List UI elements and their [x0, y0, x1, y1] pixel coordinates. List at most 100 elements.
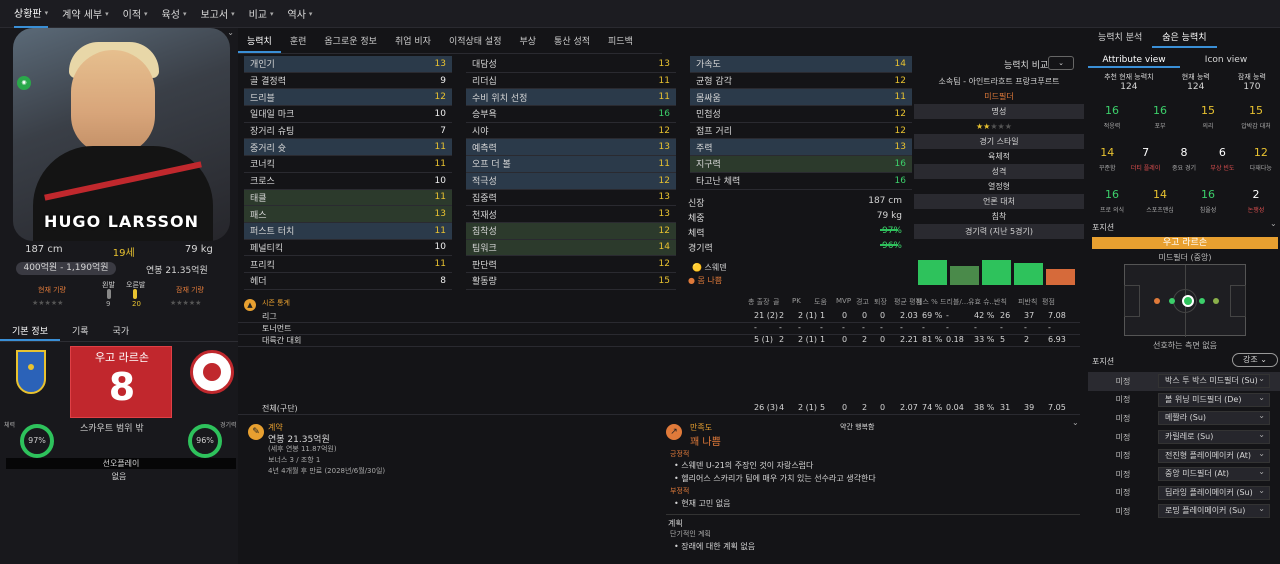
style-header: 경기 스타일	[914, 134, 1084, 149]
nav-5[interactable]: 비교 ▾	[249, 0, 274, 28]
attribute-row: 태클 11	[244, 189, 452, 207]
nav-1[interactable]: 계약 세부 ▾	[62, 0, 109, 28]
stats-title[interactable]: 시즌 통계	[262, 298, 290, 308]
hidden-attr-value: 15	[1201, 104, 1215, 117]
physical-info: 신장 187 cm 체중 79 kg 체력 97% 경기력 96%	[688, 196, 908, 256]
sharpness-bar	[880, 244, 898, 246]
role-dropdown[interactable]: 중앙 미드필더 (At)	[1158, 466, 1270, 482]
role-row[interactable]: 미정 박스 투 박스 미드필더 (Su)	[1088, 372, 1280, 391]
nation-crest-icon[interactable]	[16, 350, 46, 394]
nav-0[interactable]: 상황판 ▾	[14, 0, 49, 28]
attribute-value: 16	[658, 108, 670, 119]
attribute-name: 중거리 슛	[250, 143, 286, 154]
stats-col-header: PK	[792, 297, 801, 305]
strength-dropdown[interactable]: 강조 ⌄	[1232, 353, 1278, 367]
chevron-down-icon[interactable]: ⌄	[1270, 219, 1277, 228]
attribute-row: 패스 13	[244, 206, 452, 223]
attribute-value: 13	[894, 142, 906, 153]
role-row[interactable]: 미정 중앙 미드필더 (At)	[1088, 465, 1280, 484]
tab-records[interactable]: 기록	[60, 324, 101, 341]
roles-list: 미정박스 투 박스 미드필더 (Su)미정볼 위닝 미드필더 (De)미정메짤라…	[1088, 372, 1280, 521]
role-row[interactable]: 미정 딥라잉 플레이메이커 (Su)	[1088, 484, 1280, 503]
stats-cell: 21 (2)	[754, 311, 779, 320]
tab-hidden-attributes[interactable]: 숨은 능력치	[1152, 28, 1217, 48]
role-row[interactable]: 미정 카릴레로 (Su)	[1088, 428, 1280, 447]
attribute-view-button[interactable]: Attribute view	[1088, 52, 1180, 68]
role-row[interactable]: 미정 전진형 플레이메이커 (At)	[1088, 446, 1280, 465]
tab-1[interactable]: 훈련	[281, 32, 316, 53]
tab-4[interactable]: 이적상태 설정	[440, 32, 511, 53]
attribute-row: 헤더 8	[244, 273, 452, 290]
nav-2[interactable]: 이적 ▾	[123, 0, 148, 28]
nav-3[interactable]: 육성 ▾	[162, 0, 187, 28]
attribute-row: 오프 더 볼 11	[466, 156, 676, 173]
plan-sub: 단기적인 계획	[670, 530, 711, 538]
tab-2[interactable]: 옵그로운 정보	[315, 32, 386, 53]
stats-col-header: 도움	[814, 298, 827, 306]
attribute-row: 리더십 11	[466, 73, 676, 90]
right-tabs: 능력치 분석 숨은 능력치	[1088, 28, 1280, 48]
icon-view-button[interactable]: Icon view	[1180, 52, 1272, 68]
shirt-name: 우고 라르손	[94, 351, 150, 364]
tab-6[interactable]: 통산 성적	[545, 32, 599, 53]
status-badge-icon: ◉	[17, 76, 31, 90]
phys-row: 경기력 96%	[688, 241, 908, 256]
attribute-value: 13	[658, 58, 670, 69]
tab-basic-info[interactable]: 기본 정보	[0, 324, 60, 341]
role-dropdown[interactable]: 박스 투 박스 미드필더 (Su)	[1158, 373, 1270, 389]
stats-cell: -	[1024, 323, 1027, 332]
chevron-down-icon[interactable]: ⌄	[1072, 418, 1079, 427]
role-row[interactable]: 미정 로밍 플레이메이커 (Su)	[1088, 502, 1280, 521]
role-dropdown[interactable]: 딥라잉 플레이메이커 (Su)	[1158, 485, 1270, 500]
role-row[interactable]: 미정 메짤라 (Su)	[1088, 409, 1280, 428]
tab-3[interactable]: 취업 비자	[386, 32, 440, 53]
nav-6[interactable]: 역사 ▾	[288, 0, 313, 28]
role-row[interactable]: 미정 볼 위닝 미드필더 (De)	[1088, 391, 1280, 410]
nav-label: 계약 세부	[62, 10, 103, 21]
attribute-value: 12	[894, 75, 906, 86]
position-dot-am	[1213, 298, 1219, 304]
attribute-value: 10	[434, 108, 446, 119]
tab-nation[interactable]: 국가	[101, 324, 142, 341]
role-status: 미정	[1115, 506, 1131, 516]
weight: 79 kg	[184, 244, 213, 255]
attribute-value: 9	[440, 75, 446, 86]
phys-row: 체중 79 kg	[688, 211, 908, 226]
stats-col-header: 드리블/...	[940, 298, 969, 306]
tab-attribute-analysis[interactable]: 능력치 분석	[1088, 28, 1152, 48]
ability-label: 현재 능력	[1181, 73, 1210, 81]
role-dropdown[interactable]: 볼 위닝 미드필더 (De)	[1158, 392, 1270, 407]
ability-label: 잠재 능력	[1237, 73, 1266, 81]
stats-col-header: 피반칙	[1018, 298, 1038, 306]
hidden-attr-value: 2	[1252, 188, 1260, 201]
role-dropdown[interactable]: 전진형 플레이메이커 (At)	[1158, 448, 1270, 463]
role-dropdown[interactable]: 로밍 플레이메이커 (Su)	[1158, 503, 1270, 519]
stats-cell: 2 (1)	[798, 335, 817, 344]
hidden-attr: 2 논쟁성	[1232, 188, 1280, 214]
compare-dropdown[interactable]: ⌄	[1048, 56, 1074, 70]
sharpness-ring: 96%	[188, 424, 222, 458]
stats-cell: 1	[820, 311, 826, 320]
roles-header[interactable]: 포지션	[1092, 356, 1114, 367]
phys-value: 187 cm	[868, 196, 902, 206]
happiness-title[interactable]: 만족도	[690, 422, 712, 433]
stats-col-header: 퇴장	[874, 298, 887, 306]
club-crest-icon[interactable]	[190, 350, 234, 394]
tab-5[interactable]: 부상	[510, 32, 545, 53]
stats-col-header: MVP	[836, 297, 852, 305]
attribute-name: 페널티킥	[250, 243, 284, 254]
attribute-row: 코너킥 11	[244, 156, 452, 173]
chevron-down-icon[interactable]: ⌄	[227, 28, 234, 37]
stats-cell: -	[1048, 323, 1051, 332]
role-dropdown[interactable]: 메짤라 (Su)	[1158, 410, 1270, 426]
role-dropdown[interactable]: 카릴레로 (Su)	[1158, 429, 1270, 445]
attribute-value: 13	[658, 192, 670, 203]
age: 19세	[112, 248, 135, 259]
positive-1: • 스웨덴 U-21의 주장인 것이 자랑스럽다	[674, 461, 814, 470]
stats-cell: 26	[1000, 311, 1011, 320]
nav-4[interactable]: 보고서 ▾	[200, 0, 234, 28]
shirt-number-card: 우고 라르손 8	[70, 346, 172, 418]
attribute-value: 11	[658, 158, 670, 169]
tab-0[interactable]: 능력치	[238, 32, 281, 53]
tab-7[interactable]: 피드백	[599, 32, 642, 53]
